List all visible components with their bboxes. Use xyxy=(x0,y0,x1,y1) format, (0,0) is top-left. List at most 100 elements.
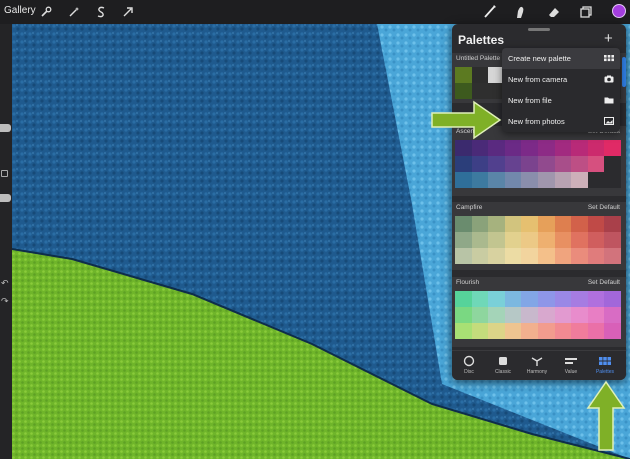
color-swatch[interactable] xyxy=(471,156,489,172)
color-swatch[interactable] xyxy=(488,172,505,188)
color-swatch[interactable] xyxy=(521,232,538,248)
color-swatch[interactable] xyxy=(455,291,472,307)
color-swatch[interactable] xyxy=(571,232,588,248)
color-swatch[interactable] xyxy=(604,232,621,248)
tab-disc[interactable]: Disc xyxy=(452,355,486,379)
color-swatch[interactable] xyxy=(587,248,605,264)
color-swatch[interactable] xyxy=(537,216,555,232)
color-swatch[interactable] xyxy=(455,307,472,323)
color-swatch[interactable] xyxy=(504,232,522,248)
color-swatch[interactable] xyxy=(488,156,505,172)
color-swatch[interactable] xyxy=(521,140,538,156)
color-swatch[interactable] xyxy=(537,156,555,172)
menu-item-new-from-camera[interactable]: New from camera xyxy=(502,69,620,90)
tab-palettes[interactable]: Palettes xyxy=(588,355,622,379)
color-swatch[interactable] xyxy=(504,216,522,232)
color-swatch[interactable] xyxy=(521,291,538,307)
color-swatch[interactable] xyxy=(504,172,522,188)
color-swatch[interactable] xyxy=(504,248,522,264)
tab-harmony[interactable]: Harmony xyxy=(520,355,554,379)
color-swatch[interactable] xyxy=(504,140,522,156)
color-swatch[interactable] xyxy=(554,323,572,339)
color-swatch[interactable] xyxy=(537,323,555,339)
color-swatch[interactable] xyxy=(604,248,621,264)
menu-item-create-new-palette[interactable]: Create new palette xyxy=(502,48,620,69)
tab-classic[interactable]: Classic xyxy=(486,355,520,379)
set-default-button[interactable]: Set Default xyxy=(588,279,620,286)
wrench-icon[interactable] xyxy=(38,4,54,20)
color-swatch[interactable] xyxy=(471,248,489,264)
color-swatch[interactable] xyxy=(604,291,621,307)
color-swatch[interactable] xyxy=(571,140,588,156)
color-swatch[interactable] xyxy=(471,140,489,156)
color-swatch[interactable] xyxy=(471,67,489,83)
color-swatch[interactable] xyxy=(604,140,621,156)
color-swatch[interactable] xyxy=(471,216,489,232)
modify-button[interactable] xyxy=(1,170,8,177)
color-swatch[interactable] xyxy=(537,291,555,307)
magic-wand-icon[interactable] xyxy=(66,4,82,20)
color-swatch[interactable] xyxy=(537,140,555,156)
color-swatch[interactable] xyxy=(521,307,538,323)
undo-icon[interactable]: ↶ xyxy=(1,278,9,289)
color-swatch[interactable] xyxy=(488,248,505,264)
color-swatch[interactable] xyxy=(504,291,522,307)
color-swatch[interactable] xyxy=(587,307,605,323)
color-swatch[interactable] xyxy=(455,140,472,156)
color-swatch[interactable] xyxy=(521,216,538,232)
color-swatch[interactable] xyxy=(488,291,505,307)
brush-size-slider[interactable] xyxy=(0,124,11,132)
color-swatch[interactable] xyxy=(587,323,605,339)
opacity-slider[interactable] xyxy=(0,194,11,202)
color-swatch[interactable] xyxy=(571,323,588,339)
color-swatch[interactable] xyxy=(455,172,472,188)
color-swatch[interactable] xyxy=(471,232,489,248)
color-swatch[interactable] xyxy=(587,291,605,307)
gallery-button[interactable]: Gallery xyxy=(4,5,36,16)
color-swatch[interactable] xyxy=(604,323,621,339)
color-swatch[interactable] xyxy=(455,323,472,339)
current-color-button[interactable] xyxy=(612,4,626,18)
color-swatch[interactable] xyxy=(504,156,522,172)
color-swatch[interactable] xyxy=(571,216,588,232)
palette-card-campfire[interactable]: Campfire Set Default xyxy=(452,202,626,270)
color-swatch[interactable] xyxy=(488,216,505,232)
color-swatch[interactable] xyxy=(537,232,555,248)
color-swatch[interactable] xyxy=(554,156,572,172)
color-swatch[interactable] xyxy=(571,248,588,264)
color-swatch[interactable] xyxy=(504,307,522,323)
color-swatch[interactable] xyxy=(488,323,505,339)
color-swatch[interactable] xyxy=(455,248,472,264)
color-swatch[interactable] xyxy=(604,307,621,323)
color-swatch[interactable] xyxy=(521,156,538,172)
color-swatch[interactable] xyxy=(554,307,572,323)
color-swatch[interactable] xyxy=(471,172,489,188)
add-palette-button[interactable]: + xyxy=(604,30,613,47)
color-swatch[interactable] xyxy=(571,156,588,172)
color-swatch[interactable] xyxy=(521,172,538,188)
color-swatch[interactable] xyxy=(604,216,621,232)
selection-icon[interactable] xyxy=(93,4,109,20)
color-swatch[interactable] xyxy=(587,156,605,172)
menu-item-new-from-photos[interactable]: New from photos xyxy=(502,111,620,132)
color-swatch[interactable] xyxy=(571,291,588,307)
color-swatch[interactable] xyxy=(554,140,572,156)
color-swatch[interactable] xyxy=(504,323,522,339)
tab-value[interactable]: Value xyxy=(554,355,588,379)
color-swatch[interactable] xyxy=(587,216,605,232)
color-swatch[interactable] xyxy=(571,172,588,188)
color-swatch[interactable] xyxy=(537,172,555,188)
color-swatch[interactable] xyxy=(604,172,621,188)
color-swatch[interactable] xyxy=(587,232,605,248)
color-swatch[interactable] xyxy=(521,248,538,264)
menu-item-new-from-file[interactable]: New from file xyxy=(502,90,620,111)
color-swatch[interactable] xyxy=(554,172,572,188)
color-swatch[interactable] xyxy=(587,140,605,156)
color-swatch[interactable] xyxy=(554,291,572,307)
color-swatch[interactable] xyxy=(571,307,588,323)
redo-icon[interactable]: ↷ xyxy=(1,296,9,307)
color-swatch[interactable] xyxy=(471,291,489,307)
color-swatch[interactable] xyxy=(488,307,505,323)
color-swatch[interactable] xyxy=(455,67,472,83)
color-swatch[interactable] xyxy=(488,232,505,248)
